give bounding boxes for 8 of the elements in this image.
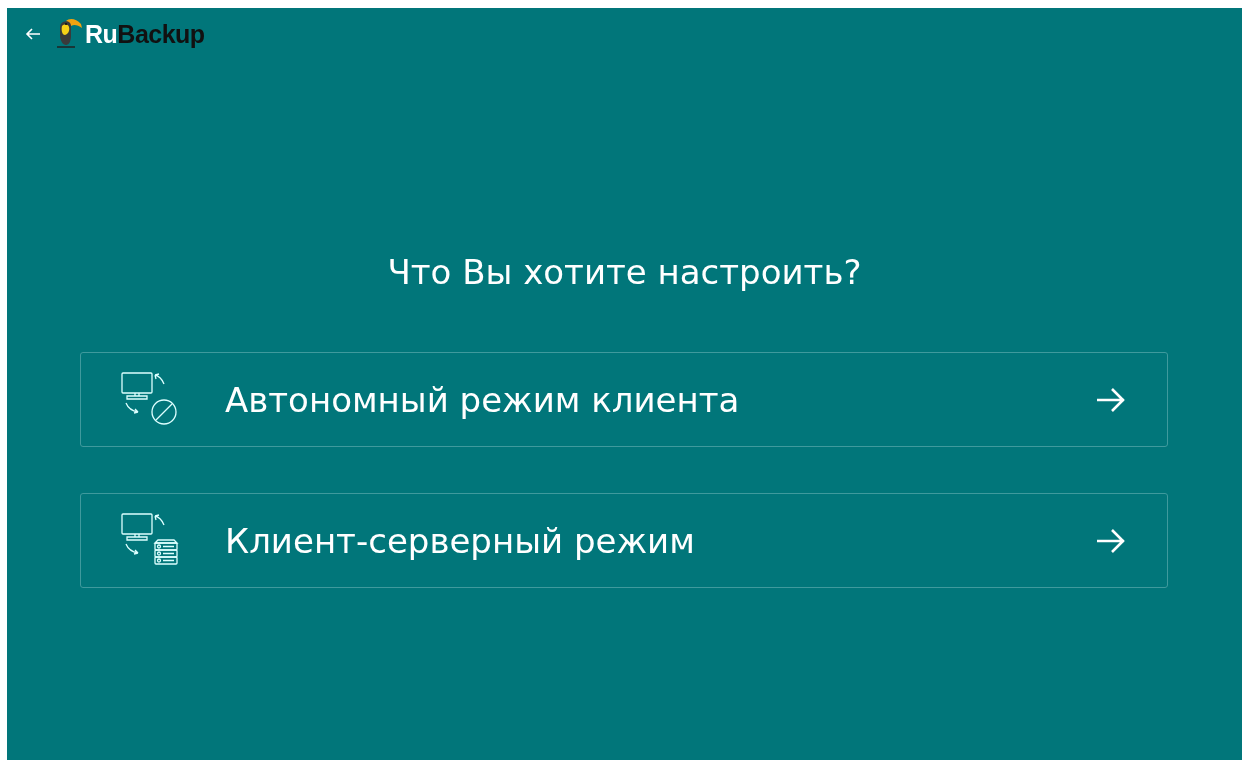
arrow-right-icon	[1095, 385, 1127, 414]
arrow-right-icon	[1095, 526, 1127, 555]
back-arrow-icon	[25, 27, 41, 41]
logo-text: RuBackup	[85, 19, 205, 49]
mode-option[interactable]: Клиент-серверный режим	[80, 493, 1168, 588]
toucan-logo-icon	[57, 17, 83, 51]
mode-option[interactable]: Автономный режим клиента	[80, 352, 1168, 447]
page-heading: Что Вы хотите настроить?	[387, 251, 862, 294]
